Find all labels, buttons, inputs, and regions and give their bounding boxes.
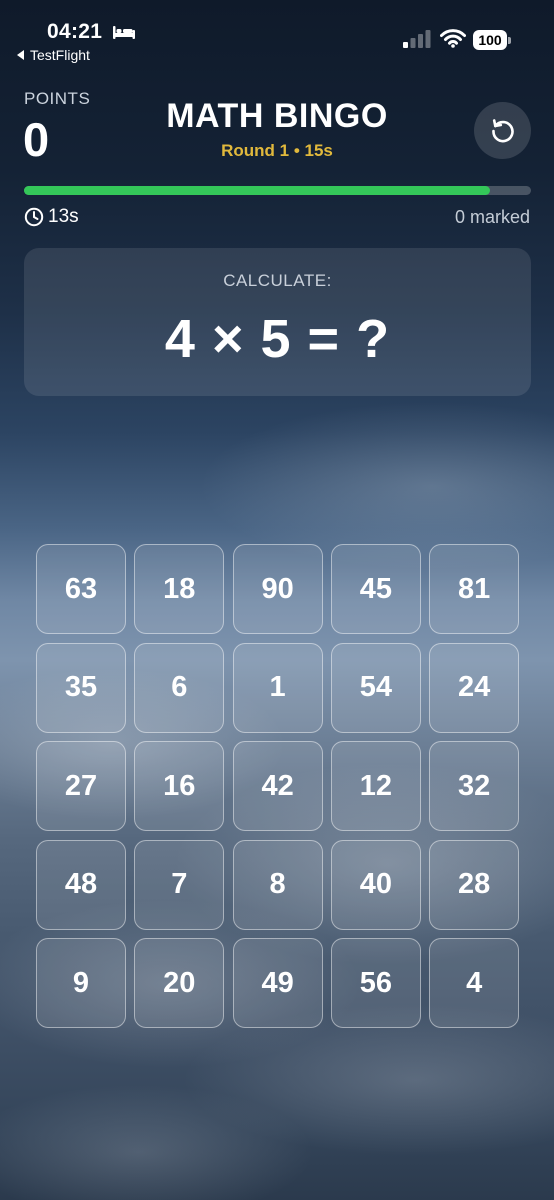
back-arrow-icon [17,50,24,60]
back-link-label: TestFlight [30,47,90,63]
bingo-cell[interactable]: 1 [232,642,323,733]
bingo-cell[interactable]: 7 [134,839,225,930]
bingo-cell[interactable]: 32 [429,741,520,831]
clock-icon [24,207,44,227]
bingo-cell[interactable]: 54 [330,642,421,733]
bingo-cell[interactable]: 40 [330,839,421,930]
status-bar: 04:21 TestFlight 100 [0,0,554,70]
progress-fill [24,186,491,195]
bingo-cell[interactable]: 8 [232,839,323,930]
reset-icon [491,118,514,142]
bingo-cell[interactable]: 56 [330,938,421,1028]
timer-text: 13s [48,206,79,227]
bingo-cell[interactable]: 6 [134,642,225,733]
bingo-cell[interactable]: 18 [134,544,225,634]
round-info: Round 1 • 15s [221,141,333,160]
question-card: CALCULATE: 4 × 5 = ? [24,248,531,396]
game-title: MATH BINGO [166,97,388,135]
status-time: 04:21 [47,20,103,43]
battery-level: 100 [473,30,507,50]
battery-icon: 100 [473,30,511,50]
bingo-cell[interactable]: 27 [36,741,126,831]
bingo-cell[interactable]: 20 [134,938,225,1028]
signal-icon [403,30,431,48]
bingo-cell[interactable]: 9 [36,938,126,1028]
back-to-testflight-link[interactable]: TestFlight [17,47,90,63]
bingo-cell[interactable]: 28 [429,839,520,930]
wifi-icon [440,29,466,48]
bingo-cell[interactable]: 45 [330,544,421,634]
battery-tip [508,37,511,44]
bingo-cell[interactable]: 16 [134,741,225,831]
bingo-cell[interactable]: 12 [330,741,421,831]
question-text: 4 × 5 = ? [164,309,391,369]
bingo-grid: 63 18 90 45 81 35 6 1 54 24 27 16 42 12 32 48 7 8 40 28 9 20 4… [36,544,520,1028]
bed-icon [113,26,135,39]
bingo-cell[interactable]: 24 [429,642,520,733]
reset-button[interactable] [474,102,531,159]
timer: 13s [24,206,79,228]
bingo-cell[interactable]: 48 [36,839,126,930]
bingo-cell[interactable]: 35 [36,642,126,733]
bingo-cell[interactable]: 49 [232,938,323,1028]
progress-track [24,186,531,195]
bingo-cell[interactable]: 42 [232,741,323,831]
question-label: CALCULATE: [223,271,332,290]
bingo-cell[interactable]: 4 [429,938,520,1028]
bingo-cell[interactable]: 63 [36,544,126,634]
marked-count: 0 marked [454,207,530,227]
bingo-cell[interactable]: 81 [429,544,520,634]
bingo-cell[interactable]: 90 [232,544,323,634]
